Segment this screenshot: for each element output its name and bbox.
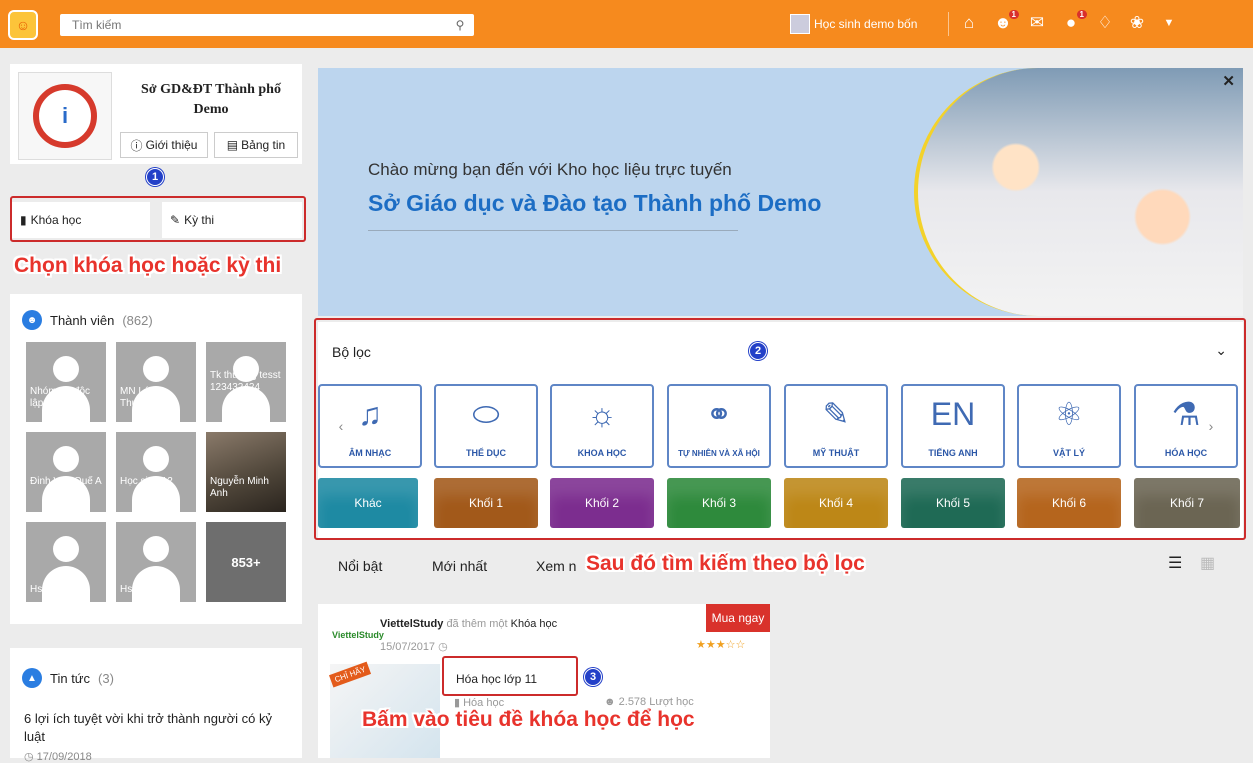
app-logo[interactable]: ☺ [8,10,38,40]
course-action: đã thêm một [446,618,508,630]
banner-photo [914,68,1243,316]
graduation-cap-icon: ▲ [22,668,42,688]
news-header: ▲ Tin tức (3) [22,668,114,688]
bell-icon[interactable]: ♢ [1094,13,1116,33]
news-count: (3) [98,670,114,686]
member-name: Tk thường tesst 123432424 [210,370,281,393]
member-tile[interactable]: Hs test [26,522,106,602]
course-type: Khóa học [510,618,558,630]
step-marker-3: 3 [584,668,602,686]
member-tile[interactable]: Học sinh 12 [116,432,196,512]
member-tile[interactable]: Tk thường tesst 123432424 [206,342,286,422]
intro-button[interactable]: ⓘ Giới thiệu [120,132,208,158]
course-author[interactable]: ViettelStudy [380,618,443,630]
thumbnail-tag: CHỈ HÃY [328,661,372,688]
search-icon[interactable]: ⚲ [446,18,474,32]
course-author-line: ViettelStudy đã thêm một Khóa học [380,618,557,630]
intro-label: Giới thiệu [145,138,198,152]
highlight-box [442,656,578,696]
member-name: Học sinh 12 [120,476,173,487]
alert-icon[interactable]: ● 1 [1060,10,1087,33]
newsfeed-label: Bảng tin [241,138,286,152]
search-box: ⚲ [60,14,474,36]
members-count: (862) [122,312,153,328]
newsfeed-button[interactable]: ▤ Bảng tin [214,132,298,158]
badge: 1 [1008,10,1019,19]
news-card: ▲ Tin tức (3) 6 lợi ích tuyệt vời khi tr… [10,648,302,763]
member-tile[interactable]: Đinh Văn Quế A [26,432,106,512]
banner-divider [368,230,738,231]
friend-requests-icon[interactable]: ☻ 1 [992,10,1019,33]
buy-now-button[interactable]: Mua ngay [706,604,770,632]
group-icon: ☻ [22,310,42,330]
top-navbar: ☺ ⚲ Học sinh demo bốn ⌂ ☻1 ✉ ●1 ♢ ❀ ▼ [0,0,1253,48]
tab-newest[interactable]: Mới nhất [432,558,487,574]
course-date: 15/07/2017 ◷ [380,641,448,653]
tab-featured[interactable]: Nổi bật [338,558,382,574]
close-icon[interactable]: ✕ [1222,72,1235,90]
home-icon[interactable]: ⌂ [958,13,980,33]
org-logo: i [18,72,112,160]
badge: 1 [1076,10,1087,19]
member-name: Đinh Văn Quế A [30,476,102,487]
callout-choose: Chọn khóa học hoặc kỳ thi [14,254,282,277]
member-name: Nguyễn Minh Anh [210,476,269,499]
user-menu[interactable]: Học sinh demo bốn [790,14,917,34]
news-item-date: ◷ 17/09/2018 [24,751,92,763]
rating-stars: ★★★☆☆ [696,639,746,651]
members-header: ☻ Thành viên (862) [22,310,153,330]
member-name: MN Láng Thượng [120,386,161,409]
banner-line-2: Sở Giáo dục và Đào tạo Thành phố Demo [368,190,822,216]
news-item-title[interactable]: 6 lợi ích tuyệt vời khi trở thành người … [24,710,294,746]
tab-most-viewed[interactable]: Xem n [536,558,576,574]
banner-line-1: Chào mừng bạn đến với Kho học liệu trực … [368,160,732,179]
highlight-box [314,318,1246,540]
list-view-icon[interactable]: ☰ [1168,553,1182,573]
step-marker-1: 1 [146,168,164,186]
info-icon: ⓘ [130,138,143,153]
apps-icon[interactable]: ❀ [1126,13,1148,33]
callout-click-title: Bấm vào tiêu đề khóa học để học [362,708,695,731]
avatar [790,14,810,34]
member-tile[interactable]: Nhóm trẻ độc lập Cầu Giấy [26,342,106,422]
news-title: Tin tức [50,670,91,686]
chat-icon[interactable]: ✉ [1026,13,1048,33]
highlight-box [10,196,306,242]
member-name: Nhóm trẻ độc lập Cầu Giấy [30,386,91,409]
member-name: Hs Test [120,584,154,595]
grid-view-icon[interactable]: ▦ [1200,553,1215,573]
org-name: Sở GD&ĐT Thành phố Demo [141,82,281,117]
brand-logo: ViettelStudy [332,630,384,640]
user-name: Học sinh demo bốn [814,17,918,31]
member-name: Hs test [30,584,62,595]
callout-filter: Sau đó tìm kiếm theo bộ lọc [586,552,865,575]
member-tile[interactable]: Nguyễn Minh Anh [206,432,286,512]
members-title: Thành viên [50,312,115,328]
course-views: ☻ 2.578 Lượt học [604,696,694,708]
more-members-tile[interactable]: 853+ [206,522,286,602]
divider [948,12,949,36]
member-tile[interactable]: MN Láng Thượng [116,342,196,422]
chevron-down-icon[interactable]: ▼ [1158,17,1180,29]
welcome-banner: Chào mừng bạn đến với Kho học liệu trực … [318,68,1243,316]
search-input[interactable] [72,18,446,32]
member-tile[interactable]: Hs Test [116,522,196,602]
newspaper-icon: ▤ [226,138,239,152]
